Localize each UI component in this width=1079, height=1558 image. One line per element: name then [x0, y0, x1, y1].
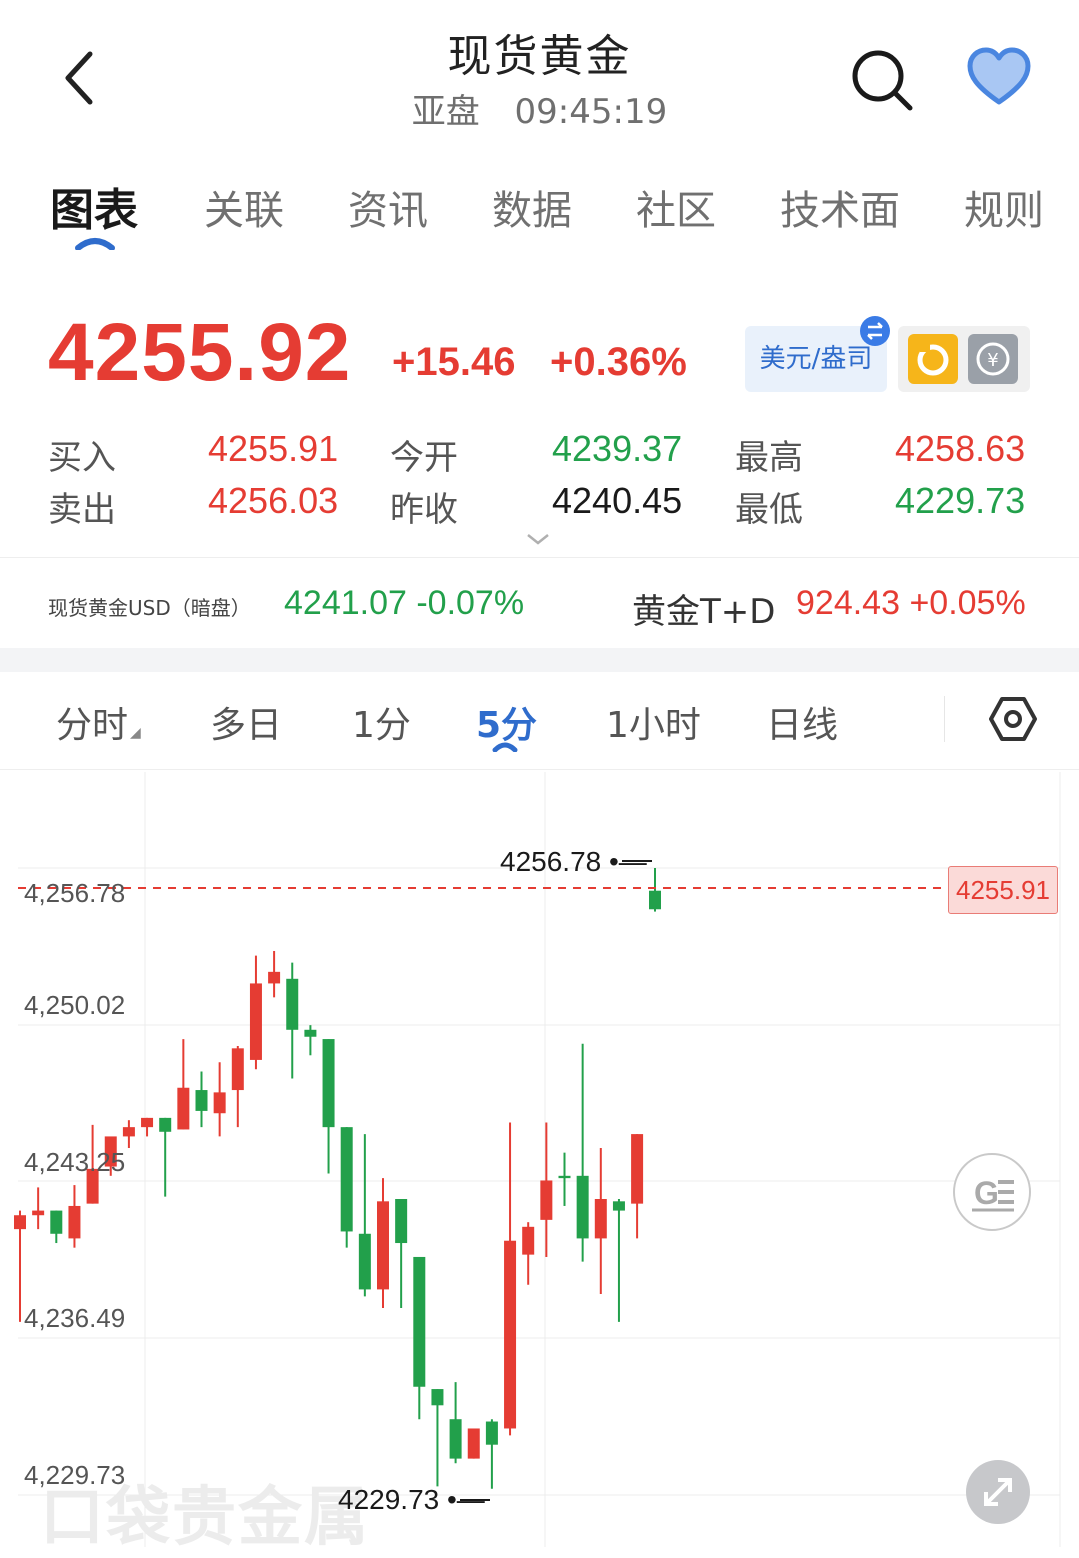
refresh-icon[interactable]: [908, 334, 958, 384]
divider: [944, 696, 945, 742]
candle-body: [540, 1180, 553, 1220]
candle-body: [50, 1210, 63, 1234]
tab-data[interactable]: 数据: [492, 178, 572, 236]
low-value: 4229.73: [895, 480, 1026, 521]
candle-body: [340, 1127, 353, 1232]
session-time: 亚盘 09:45:19: [0, 84, 1079, 133]
candle-body: [413, 1256, 426, 1387]
svg-text:¥: ¥: [987, 350, 998, 371]
swap-icon[interactable]: [860, 316, 890, 346]
tab-rules[interactable]: 规则: [964, 178, 1044, 236]
candle-body: [159, 1117, 172, 1132]
candle-body: [32, 1210, 45, 1216]
candle-body: [576, 1175, 589, 1239]
open-label: 今开: [390, 438, 458, 478]
heart-icon[interactable]: [966, 46, 1032, 108]
open-value: 4239.37: [552, 428, 683, 469]
candle-body: [467, 1428, 480, 1459]
fullscreen-icon[interactable]: [966, 1460, 1030, 1524]
candles: [14, 868, 661, 1489]
candle-body: [358, 1233, 371, 1290]
related-value-dark-pool[interactable]: 4241.07 -0.07%: [284, 584, 524, 623]
candle-body: [449, 1419, 462, 1459]
related-name-dark-pool[interactable]: 现货黄金USD（暗盘）: [48, 592, 251, 621]
candle-body: [286, 978, 299, 1030]
active-tab-indicator: [75, 238, 115, 250]
candle-body: [141, 1117, 154, 1128]
tab-news[interactable]: 资讯: [348, 178, 428, 236]
candle-body: [122, 1127, 135, 1137]
period-multiday[interactable]: 多日: [210, 696, 282, 748]
candle-body: [249, 983, 262, 1060]
tab-chart[interactable]: 图表: [50, 174, 138, 238]
max-price-label: 4256.78: [500, 846, 602, 877]
candle-body: [268, 971, 281, 984]
candle-body: [649, 890, 661, 910]
dropdown-triangle-icon: ◢: [130, 725, 141, 741]
candle-body: [395, 1199, 408, 1244]
candle-body: [377, 1201, 389, 1290]
candle-body: [485, 1421, 498, 1445]
min-price-marker: 4229.73 •—: [338, 1484, 485, 1515]
period-1hour[interactable]: 1小时: [606, 696, 701, 748]
candle-body: [558, 1175, 571, 1179]
ask-label: 卖出: [48, 490, 116, 530]
settings-hexagon-icon[interactable]: [988, 694, 1038, 744]
search-icon[interactable]: [850, 48, 914, 112]
candle-body: [504, 1240, 517, 1429]
page-title: 现货黄金: [447, 31, 632, 82]
period-1min[interactable]: 1分: [352, 696, 411, 748]
section-gap: [0, 648, 1079, 672]
candle-body: [612, 1201, 625, 1211]
current-price-label: 4255.91: [948, 866, 1058, 914]
high-label: 最高: [735, 438, 803, 478]
price-change-percent: +0.36%: [550, 340, 687, 384]
period-intraday[interactable]: 分时 ◢: [56, 696, 141, 748]
price-change: +15.46: [392, 340, 516, 384]
high-value: 4258.63: [895, 428, 1026, 469]
period-daily[interactable]: 日线: [766, 696, 838, 748]
related-value-td[interactable]: 924.43 +0.05%: [796, 584, 1026, 623]
candle-body: [177, 1087, 190, 1130]
last-price: 4255.92: [48, 307, 352, 398]
session-label: 亚盘: [411, 92, 480, 132]
bid-value: 4255.91: [208, 428, 339, 469]
ge-icon[interactable]: G: [952, 1152, 1032, 1232]
watermark: 口袋贵金属: [40, 1481, 370, 1555]
candle-body: [14, 1215, 26, 1230]
ask-value: 4256.03: [208, 480, 339, 521]
quote-time: 09:45:19: [514, 92, 668, 132]
divider: [0, 557, 1079, 558]
active-period-indicator: [492, 742, 518, 752]
y-tick-label: 4,250.02: [24, 990, 126, 1020]
candle-body: [304, 1029, 317, 1037]
period-intraday-label: 分时: [56, 705, 129, 746]
candle-body: [231, 1048, 244, 1091]
y-tick-label: 4,256.78: [24, 878, 126, 908]
candle-body: [522, 1226, 535, 1255]
chevron-down-icon[interactable]: [526, 532, 550, 546]
y-tick-label: 4,236.49: [24, 1303, 126, 1333]
max-price-marker: 4256.78 •—: [500, 846, 647, 877]
candle-body: [322, 1039, 335, 1128]
candle-body: [431, 1389, 444, 1406]
min-price-label: 4229.73: [338, 1484, 440, 1515]
candle-body: [68, 1205, 81, 1239]
tab-technical[interactable]: 技术面: [780, 178, 900, 236]
candle-body: [195, 1090, 208, 1111]
related-name-td[interactable]: 黄金T+D: [632, 584, 775, 633]
prev-close-label: 昨收: [390, 490, 458, 530]
candle-body: [213, 1092, 226, 1114]
currency-icon[interactable]: ¥: [968, 334, 1018, 384]
tab-community[interactable]: 社区: [636, 178, 716, 236]
svg-text:G: G: [974, 1175, 999, 1211]
low-label: 最低: [735, 490, 803, 530]
prev-close-value: 4240.45: [552, 480, 683, 521]
bid-label: 买入: [48, 438, 116, 478]
candlestick-chart[interactable]: [0, 770, 1079, 1547]
tab-related[interactable]: 关联: [204, 178, 284, 236]
candle-body: [594, 1199, 607, 1239]
candle-body: [631, 1134, 644, 1204]
y-tick-label: 4,243.25: [24, 1147, 126, 1177]
